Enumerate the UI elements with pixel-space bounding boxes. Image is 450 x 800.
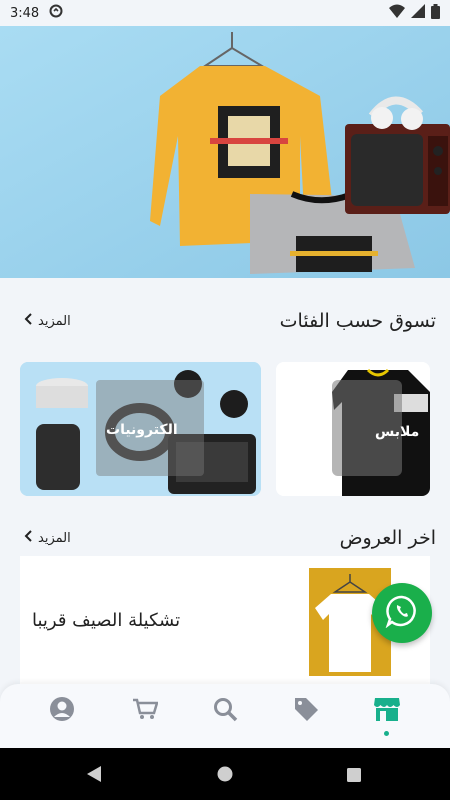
nav-cart[interactable]	[130, 696, 160, 726]
chevron-left-icon	[24, 530, 32, 546]
tag-icon	[293, 696, 319, 726]
categories-more-link[interactable]: المزيد	[24, 313, 71, 329]
category-label-electronics: الكترونيات	[106, 422, 178, 438]
back-icon[interactable]	[86, 766, 102, 786]
search-icon	[212, 696, 238, 726]
hero-banner[interactable]	[0, 26, 450, 278]
offers-title: اخر العروض	[339, 527, 436, 549]
signal-icon	[411, 4, 425, 22]
nav-profile[interactable]	[47, 696, 77, 726]
categories-more-label: المزيد	[38, 313, 71, 329]
status-bar: 3:48	[0, 0, 450, 26]
categories-title: تسوق حسب الفئات	[279, 310, 436, 332]
category-card-clothing[interactable]: ملابس	[276, 362, 430, 496]
offers-header: المزيد اخر العروض	[0, 523, 450, 553]
category-label-clothing: ملابس	[375, 424, 420, 440]
wifi-icon	[389, 4, 405, 22]
categories-header: المزيد تسوق حسب الفئات	[0, 306, 450, 336]
nav-offers[interactable]	[291, 696, 321, 726]
chevron-left-icon	[24, 313, 32, 329]
offers-more-link[interactable]: المزيد	[24, 530, 71, 546]
profile-icon	[49, 696, 75, 726]
nav-search[interactable]	[210, 696, 240, 726]
whatsapp-button[interactable]	[372, 583, 432, 643]
nav-store[interactable]	[372, 696, 402, 726]
bottom-nav	[0, 684, 450, 748]
offers-more-label: المزيد	[38, 530, 71, 546]
home-icon[interactable]	[217, 766, 233, 786]
hero-image	[0, 26, 450, 278]
offer-title: تشكيلة الصيف قريبا	[32, 610, 181, 631]
recents-icon[interactable]	[347, 767, 361, 786]
active-indicator	[384, 731, 389, 736]
sync-icon	[49, 4, 63, 22]
category-card-electronics[interactable]: الكترونيات	[20, 362, 261, 496]
cart-icon	[132, 697, 159, 725]
system-nav-bar	[0, 748, 450, 800]
battery-icon	[431, 3, 440, 23]
whatsapp-icon	[385, 594, 419, 632]
offer-card[interactable]: تشكيلة الصيف قريبا	[20, 556, 430, 686]
store-icon	[373, 696, 401, 726]
status-time: 3:48	[10, 5, 40, 21]
